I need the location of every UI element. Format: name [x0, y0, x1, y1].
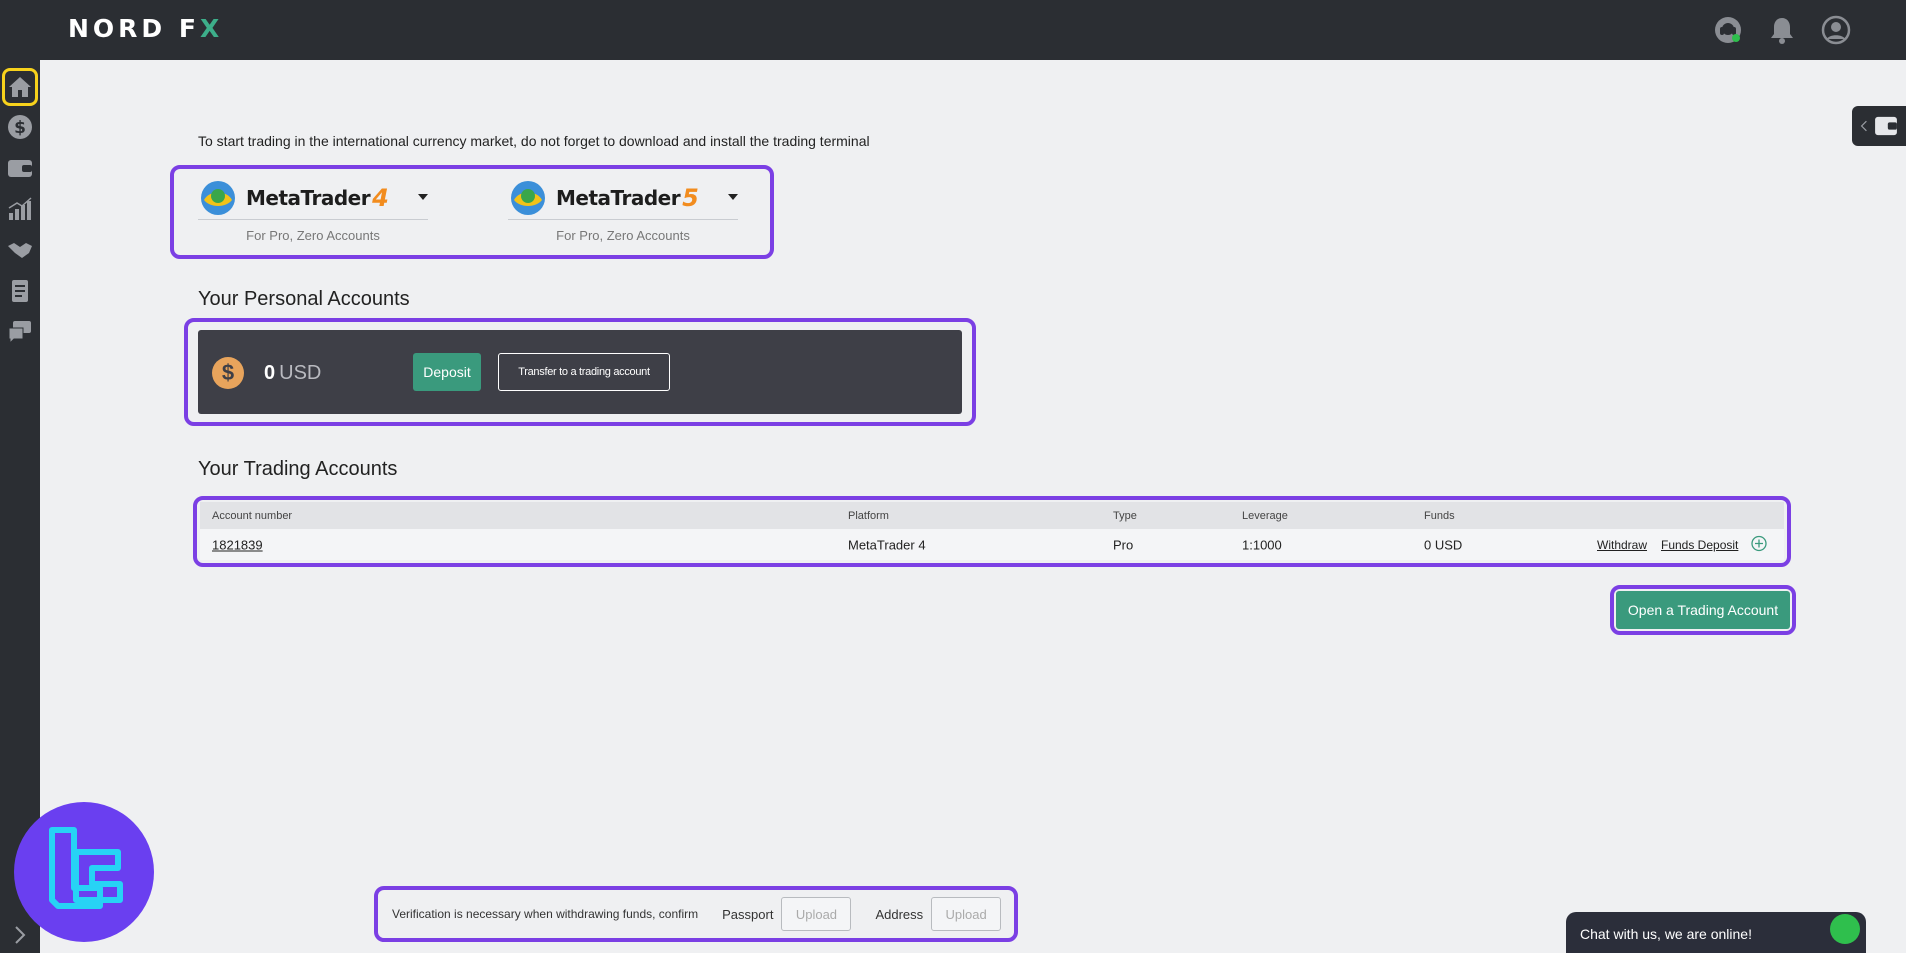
account-platform: MetaTrader 4: [848, 537, 926, 552]
terminal-mt5[interactable]: MetaTrader 5 For Pro, Zero Accounts: [508, 176, 738, 243]
user-icon[interactable]: [1820, 14, 1852, 46]
chat-icon: [8, 321, 31, 345]
top-bar: NORD FX: [0, 0, 1906, 60]
deposit-button[interactable]: Deposit: [413, 353, 481, 391]
logo-text: NORD F: [68, 14, 200, 43]
account-type: Pro: [1113, 537, 1134, 552]
chevron-down-icon[interactable]: [418, 194, 428, 200]
sidebar-item-analytics[interactable]: [4, 193, 36, 225]
intro-text: To start trading in the international cu…: [198, 133, 870, 149]
watermark-badge: [14, 802, 154, 942]
balance-currency: USD: [279, 362, 322, 384]
chat-text: Chat with us, we are online!: [1580, 926, 1752, 942]
chart-icon: [8, 197, 32, 220]
header-account-number: Account number: [212, 509, 293, 522]
terminal-version: 5: [682, 183, 699, 212]
coin-icon: $: [212, 357, 244, 389]
header-platform: Platform: [848, 509, 889, 522]
svg-text:$: $: [14, 118, 26, 138]
sidebar-item-partners[interactable]: [4, 234, 36, 266]
plus-circle-icon[interactable]: [1751, 535, 1767, 554]
funds-deposit-link[interactable]: Funds Deposit: [1661, 538, 1738, 552]
personal-accounts-title: Your Personal Accounts: [198, 288, 410, 310]
chevron-left-icon: [1860, 120, 1867, 132]
account-number-link[interactable]: 1821839: [212, 537, 263, 552]
personal-account-panel: $ 0 USD Deposit Transfer to a trading acc…: [198, 330, 962, 414]
chat-widget[interactable]: Chat with us, we are online!: [1566, 912, 1866, 953]
passport-label: Passport: [722, 906, 774, 922]
open-trading-account-button[interactable]: Open a Trading Account: [1616, 591, 1790, 629]
sidebar-item-finance[interactable]: $: [4, 111, 36, 143]
balance-amount: 0: [264, 362, 276, 384]
terminal-subtitle: For Pro, Zero Accounts: [556, 228, 690, 243]
sidebar-item-wallet[interactable]: [4, 152, 36, 184]
header-type: Type: [1113, 509, 1137, 522]
support-icon[interactable]: [1712, 14, 1744, 46]
trading-accounts-table: Account number Platform Type Leverage Fu…: [200, 502, 1784, 560]
nordfx-logo[interactable]: NORD FX: [68, 14, 223, 43]
wallet-panel-toggle[interactable]: [1852, 106, 1906, 146]
wallet-icon: [1875, 116, 1897, 136]
verification-text: Verification is necessary when withdrawi…: [392, 907, 699, 921]
terminal-name: MetaTrader: [246, 185, 371, 210]
terminal-name: MetaTrader: [556, 185, 681, 210]
transfer-button[interactable]: Transfer to a trading account: [498, 353, 670, 391]
metatrader-5-icon: [511, 180, 545, 215]
passport-upload-button[interactable]: Upload: [781, 897, 852, 931]
withdraw-link[interactable]: Withdraw: [1597, 538, 1647, 552]
metatrader-4-icon: [201, 180, 235, 215]
address-upload-button[interactable]: Upload: [931, 897, 1002, 931]
table-header: Account number Platform Type Leverage Fu…: [200, 502, 1784, 529]
sidebar-item-home[interactable]: [2, 68, 38, 106]
terminal-version: 4: [372, 183, 389, 212]
dollar-icon: $: [8, 115, 32, 139]
table-row: 1821839 MetaTrader 4 Pro 1:1000 0 USD Wi…: [200, 529, 1784, 560]
chevron-down-icon[interactable]: [728, 194, 738, 200]
header-funds: Funds: [1424, 509, 1455, 522]
account-leverage: 1:1000: [1242, 537, 1282, 552]
sidebar-item-support[interactable]: [4, 316, 36, 348]
home-icon: [9, 77, 31, 97]
address-label: Address: [875, 906, 924, 922]
online-indicator-icon: [1830, 914, 1860, 944]
document-icon: [12, 280, 28, 302]
balance: 0 USD: [264, 362, 321, 385]
tc-logo-icon: [49, 827, 123, 909]
account-funds: 0 USD: [1424, 537, 1463, 552]
terminal-mt4[interactable]: MetaTrader 4 For Pro, Zero Accounts: [198, 176, 428, 243]
trading-accounts-title: Your Trading Accounts: [198, 458, 398, 480]
logo-x: X: [199, 14, 224, 43]
header-leverage: Leverage: [1242, 509, 1288, 522]
bell-icon[interactable]: [1766, 14, 1798, 46]
wallet-icon: [8, 160, 32, 177]
handshake-icon: [8, 243, 32, 258]
sidebar-item-documents[interactable]: [4, 275, 36, 307]
verification-bar: Verification is necessary when withdrawi…: [382, 894, 1002, 934]
terminal-subtitle: For Pro, Zero Accounts: [246, 228, 380, 243]
